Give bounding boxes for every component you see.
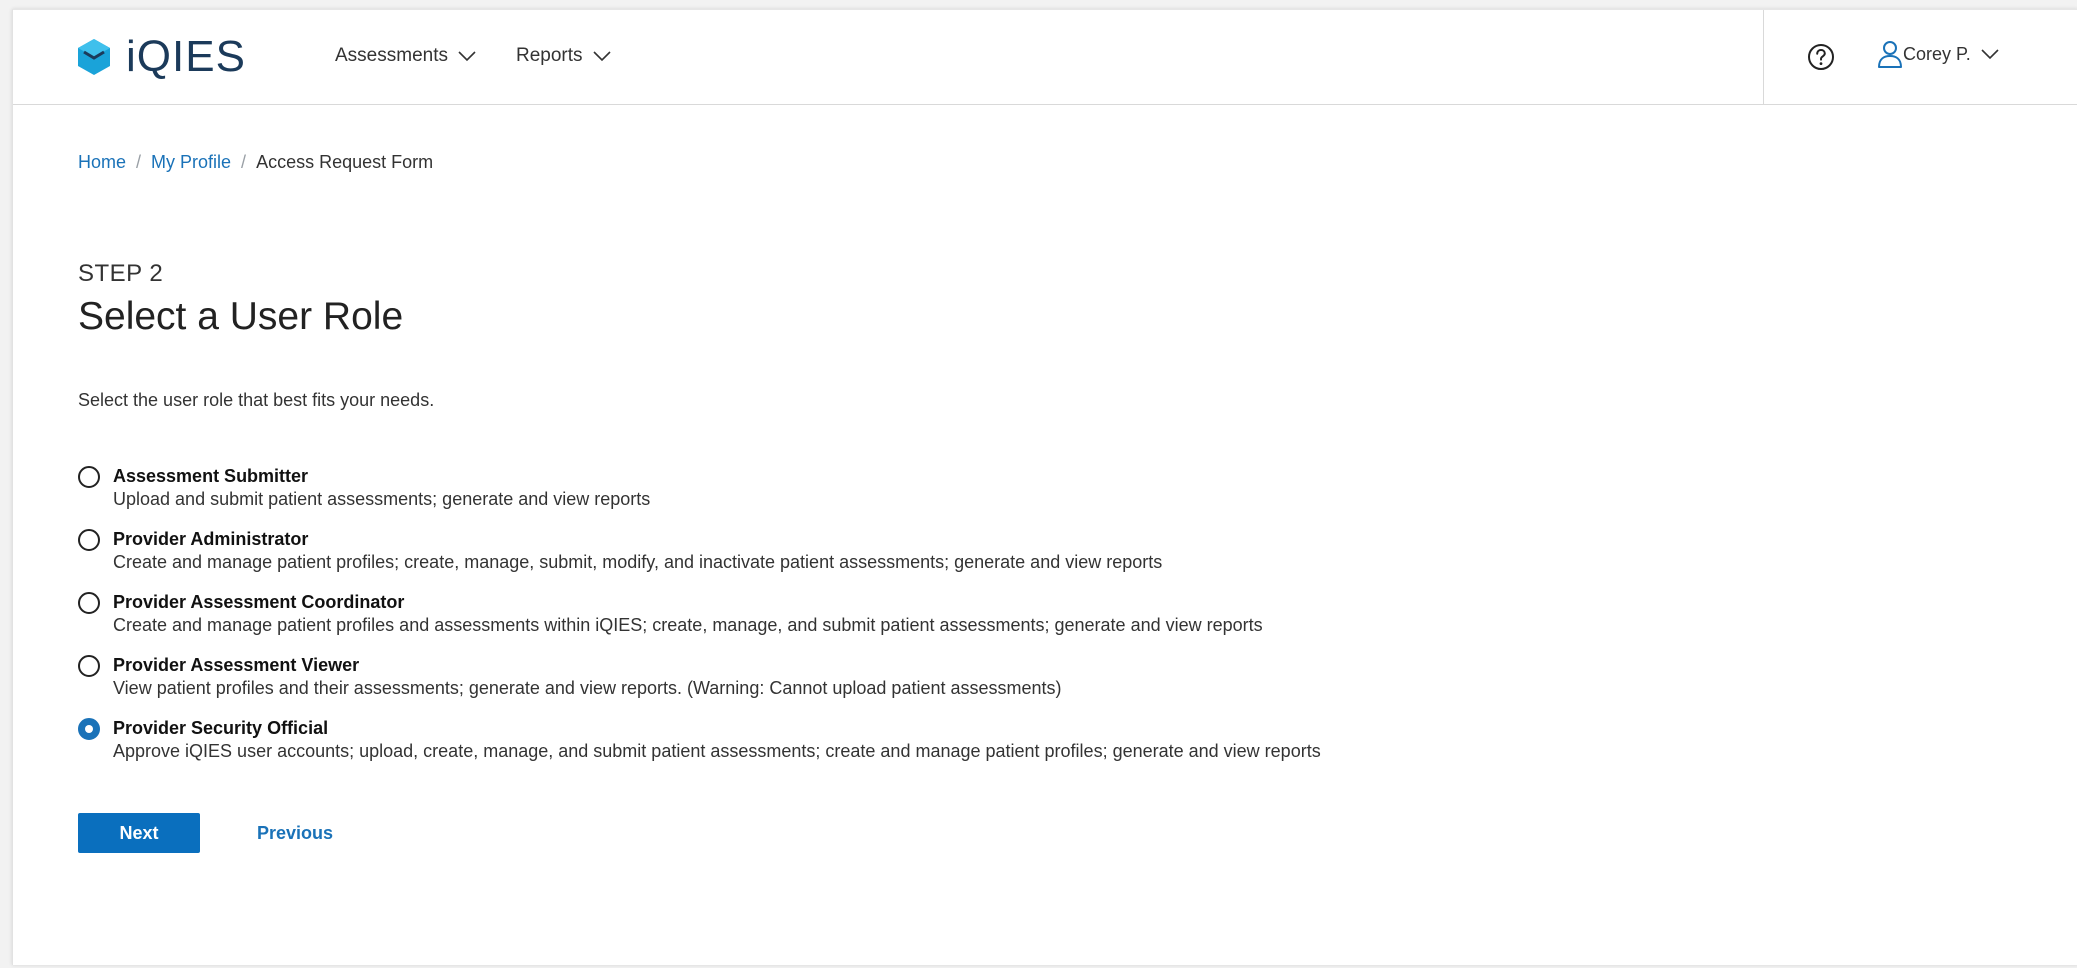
top-header: iQIES Assessments Reports Corey P. — [13, 10, 2077, 105]
breadcrumb-separator: / — [241, 152, 247, 172]
user-name: Corey P. — [1903, 43, 1971, 64]
radio-button-selected[interactable] — [78, 718, 100, 740]
next-button[interactable]: Next — [78, 813, 200, 853]
radio-button[interactable] — [78, 529, 100, 551]
nav-assessments-label: Assessments — [335, 45, 448, 66]
nav-reports-label: Reports — [515, 45, 583, 66]
role-description: View patient profiles and their assessme… — [113, 678, 1062, 698]
role-option-provider-administrator[interactable]: Provider Administrator Create and manage… — [78, 527, 1478, 590]
user-icon — [1878, 41, 1902, 68]
cube-logo-icon — [78, 39, 110, 75]
breadcrumb-my-profile[interactable]: My Profile — [151, 152, 231, 173]
role-option-assessment-submitter[interactable]: Assessment Submitter Upload and submit p… — [78, 464, 1478, 527]
chevron-down-icon — [592, 51, 611, 62]
role-description: Upload and submit patient assessments; g… — [113, 489, 651, 509]
role-title: Provider Administrator — [113, 529, 309, 549]
radio-button[interactable] — [78, 466, 100, 488]
role-option-provider-assessment-viewer[interactable]: Provider Assessment Viewer View patient … — [78, 653, 1478, 716]
breadcrumb-separator: / — [136, 152, 142, 172]
previous-button[interactable]: Previous — [253, 813, 337, 853]
page: iQIES Assessments Reports Corey P. Home … — [12, 9, 2077, 965]
step-label: STEP 2 — [78, 260, 164, 287]
role-title: Provider Assessment Coordinator — [113, 592, 405, 612]
role-description: Approve iQIES user accounts; upload, cre… — [113, 741, 1321, 761]
logo-text: iQIES — [126, 32, 246, 81]
header-divider — [1763, 10, 1764, 104]
instruction-text: Select the user role that best fits your… — [78, 390, 435, 410]
role-option-provider-security-official[interactable]: Provider Security Official Approve iQIES… — [78, 716, 1478, 779]
breadcrumb-current: Access Request Form — [256, 152, 434, 172]
user-menu[interactable]: Corey P. — [1877, 38, 1999, 70]
breadcrumb: Home / My Profile / Access Request Form — [78, 152, 433, 173]
chevron-down-icon — [1981, 49, 1999, 60]
radio-button[interactable] — [78, 592, 100, 614]
role-description: Create and manage patient profiles and a… — [113, 615, 1263, 635]
page-title: Select a User Role — [78, 295, 404, 338]
nav-assessments[interactable]: Assessments — [335, 40, 476, 72]
role-options: Assessment Submitter Upload and submit p… — [78, 464, 1478, 779]
radio-button[interactable] — [78, 655, 100, 677]
chevron-down-icon — [458, 51, 476, 62]
nav-reports[interactable]: Reports — [516, 40, 611, 72]
main-nav: Assessments Reports — [335, 40, 651, 72]
role-option-provider-assessment-coordinator[interactable]: Provider Assessment Coordinator Create a… — [78, 590, 1478, 653]
role-description: Create and manage patient profiles; crea… — [113, 552, 1163, 572]
role-title: Provider Assessment Viewer — [113, 655, 360, 675]
app-logo[interactable]: iQIES — [78, 32, 246, 82]
role-title: Assessment Submitter — [113, 466, 309, 486]
question-circle-icon[interactable] — [1807, 43, 1835, 71]
role-title: Provider Security Official — [113, 718, 329, 738]
breadcrumb-home[interactable]: Home — [78, 152, 126, 173]
